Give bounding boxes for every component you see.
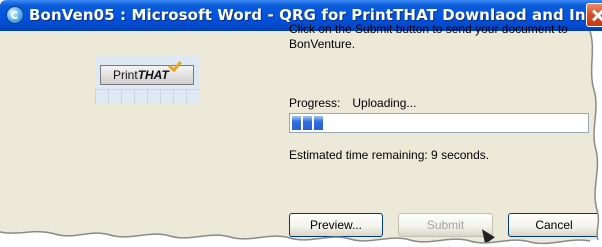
progress-fill	[292, 116, 586, 130]
progress-bar	[289, 113, 589, 133]
time-remaining: Estimated time remaining: 9 seconds.	[289, 148, 490, 162]
progress-segment	[314, 116, 323, 130]
progress-status: Uploading...	[352, 96, 417, 110]
instruction-message: Click on the Submit button to send your …	[289, 22, 568, 51]
logo-text-bold: THAT	[137, 68, 169, 82]
printthat-logo: PrintTHAT	[95, 55, 199, 104]
logo-badge: PrintTHAT	[100, 65, 194, 85]
logo-ruler	[95, 89, 199, 104]
progress-segment	[292, 116, 301, 130]
app-globe-icon	[6, 6, 24, 24]
cancel-button[interactable]: Cancel	[508, 213, 600, 237]
dialog-window: BonVen05 : Microsoft Word - QRG for Prin…	[0, 0, 602, 247]
preview-button[interactable]: Preview...	[289, 213, 383, 237]
progress-caption: Progress:	[289, 96, 341, 110]
progress-label: Progress: Uploading...	[289, 96, 416, 110]
progress-segment	[303, 116, 312, 130]
logo-text-prefix: Print	[113, 68, 138, 82]
